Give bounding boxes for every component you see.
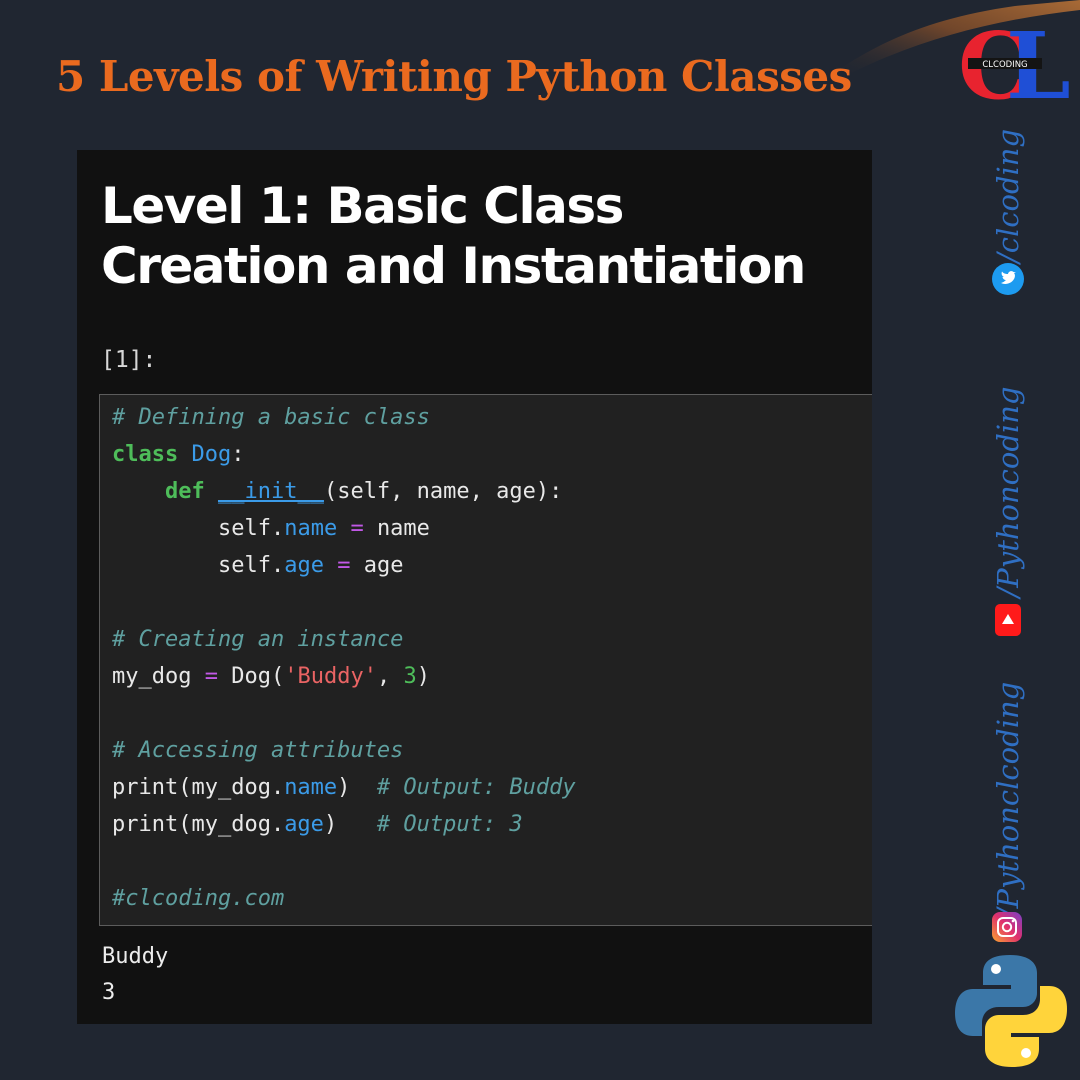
code-text: Dog( [231,664,285,689]
code-operator: = [337,553,351,578]
cell-prompt: [1]: [101,347,157,373]
code-text: print(my_dog. [112,812,285,837]
code-text: ) [337,775,377,800]
code-line: def __init__(self, name, age): [112,479,562,504]
code-text: (self, name, age): [323,479,563,504]
twitter-icon[interactable] [992,263,1024,295]
notebook-panel: Level 1: Basic Class Creation and Instan… [77,150,872,1024]
output-line: Buddy [102,944,169,969]
code-comment: # Output: Buddy [376,775,576,800]
code-line: print(my_dog.name) # Output: Buddy [112,775,576,800]
code-comment: # Output: 3 [376,812,523,837]
instagram-handle[interactable]: /Pythonclcoding [990,650,1026,950]
youtube-icon[interactable] [994,603,1022,637]
code-line: # Creating an instance [112,627,403,652]
code-text: name [376,516,430,541]
python-logo-icon [955,955,1067,1067]
code-text: print(my_dog. [112,775,285,800]
code-number: 3 [403,664,417,689]
notebook-heading: Level 1: Basic Class Creation and Instan… [101,177,806,295]
instagram-icon[interactable] [992,912,1022,942]
code-comment: #clcoding.com [112,886,285,911]
code-attribute: name [284,516,338,541]
page-title: 5 Levels of Writing Python Classes [56,52,852,101]
code-text: : [231,442,245,467]
code-line: self.age = age [112,553,403,578]
code-operator: = [204,664,218,689]
code-keyword: class [112,442,179,467]
code-class-name: Dog [191,442,232,467]
code-line: my_dog = Dog('Buddy', 3) [112,664,430,689]
code-cell[interactable]: # Defining a basic class class Dog: def … [99,394,872,926]
code-line: # Defining a basic class [112,405,430,430]
code-text: ) [416,664,430,689]
code-comment: # Accessing attributes [112,738,404,763]
code-operator: = [350,516,364,541]
code-line: #clcoding.com [112,886,284,911]
youtube-handle[interactable]: /Pythoncoding [990,342,1026,642]
code-attribute: age [284,553,324,578]
code-line: self.name = name [112,516,430,541]
twitter-handle[interactable]: /clcoding [990,46,1026,346]
code-function-name: __init__ [217,479,324,504]
code-comment: # Creating an instance [112,627,404,652]
code-line: class Dog: [112,442,244,467]
code-keyword: def [164,479,205,504]
code-text: my_dog [112,664,192,689]
code-text: self. [217,516,285,541]
output-line: 3 [102,980,116,1005]
code-text: age [363,553,404,578]
code-comment: # Defining a basic class [112,405,430,430]
code-text: , [376,664,404,689]
code-attribute: name [284,775,338,800]
code-string: 'Buddy' [284,664,377,689]
code-attribute: age [284,812,324,837]
code-text: ) [323,812,377,837]
code-line: # Accessing attributes [112,738,403,763]
code-line: print(my_dog.age) # Output: 3 [112,812,523,837]
code-text: self. [217,553,285,578]
